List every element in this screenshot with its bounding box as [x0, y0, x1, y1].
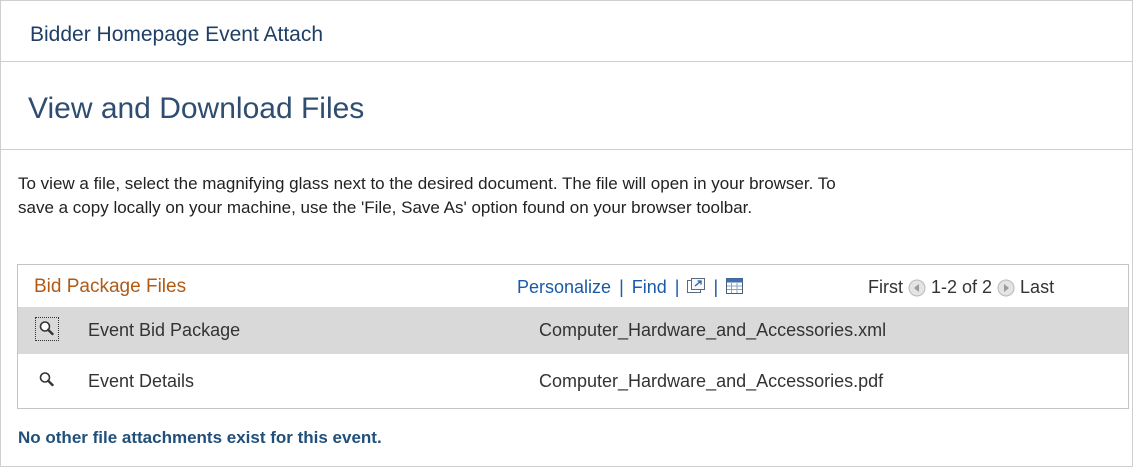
- view-all-zoom-icon[interactable]: [687, 277, 706, 294]
- no-attachments-note: No other file attachments exist for this…: [18, 428, 382, 447]
- table-row: Event Bid Package Computer_Hardware_and_…: [18, 307, 1128, 354]
- bid-package-files-grid: Bid Package Files Personalize | Find | |: [17, 264, 1129, 409]
- separator: |: [713, 277, 719, 297]
- window-title-bar: Bidder Homepage Event Attach: [0, 0, 1133, 62]
- instructions-text: To view a file, select the magnifying gl…: [18, 172, 1118, 220]
- first-link[interactable]: First: [868, 277, 903, 298]
- grid-pager: First 1-2 of 2 Last: [868, 277, 1054, 298]
- file-name: Computer_Hardware_and_Accessories.pdf: [539, 371, 884, 391]
- window-title: Bidder Homepage Event Attach: [30, 23, 324, 46]
- grid-header: Bid Package Files Personalize | Find | |: [18, 265, 1128, 307]
- separator: |: [619, 277, 624, 297]
- page-range: 1-2 of 2: [931, 277, 993, 297]
- file-description: Event Bid Package: [88, 320, 241, 340]
- previous-arrow-icon[interactable]: [908, 279, 926, 297]
- instructions-line-2: save a copy locally on your machine, use…: [18, 198, 753, 217]
- find-link[interactable]: Find: [632, 277, 667, 298]
- file-name: Computer_Hardware_and_Accessories.xml: [539, 320, 887, 340]
- grid-toolbar: Personalize | Find | |: [517, 277, 744, 298]
- page-header: View and Download Files: [0, 62, 1133, 150]
- grid-title: Bid Package Files: [34, 276, 187, 297]
- file-description: Event Details: [88, 371, 195, 391]
- page-title: View and Download Files: [28, 92, 365, 125]
- personalize-link[interactable]: Personalize: [517, 277, 611, 298]
- magnifying-glass-icon[interactable]: [37, 370, 57, 390]
- download-to-spreadsheet-icon[interactable]: [726, 277, 744, 294]
- instructions-line-1: To view a file, select the magnifying gl…: [18, 174, 836, 193]
- separator: |: [674, 277, 680, 297]
- next-arrow-icon[interactable]: [997, 279, 1015, 297]
- last-link[interactable]: Last: [1020, 277, 1054, 298]
- table-row: Event Details Computer_Hardware_and_Acce…: [18, 358, 1128, 405]
- magnifying-glass-icon[interactable]: [35, 317, 59, 341]
